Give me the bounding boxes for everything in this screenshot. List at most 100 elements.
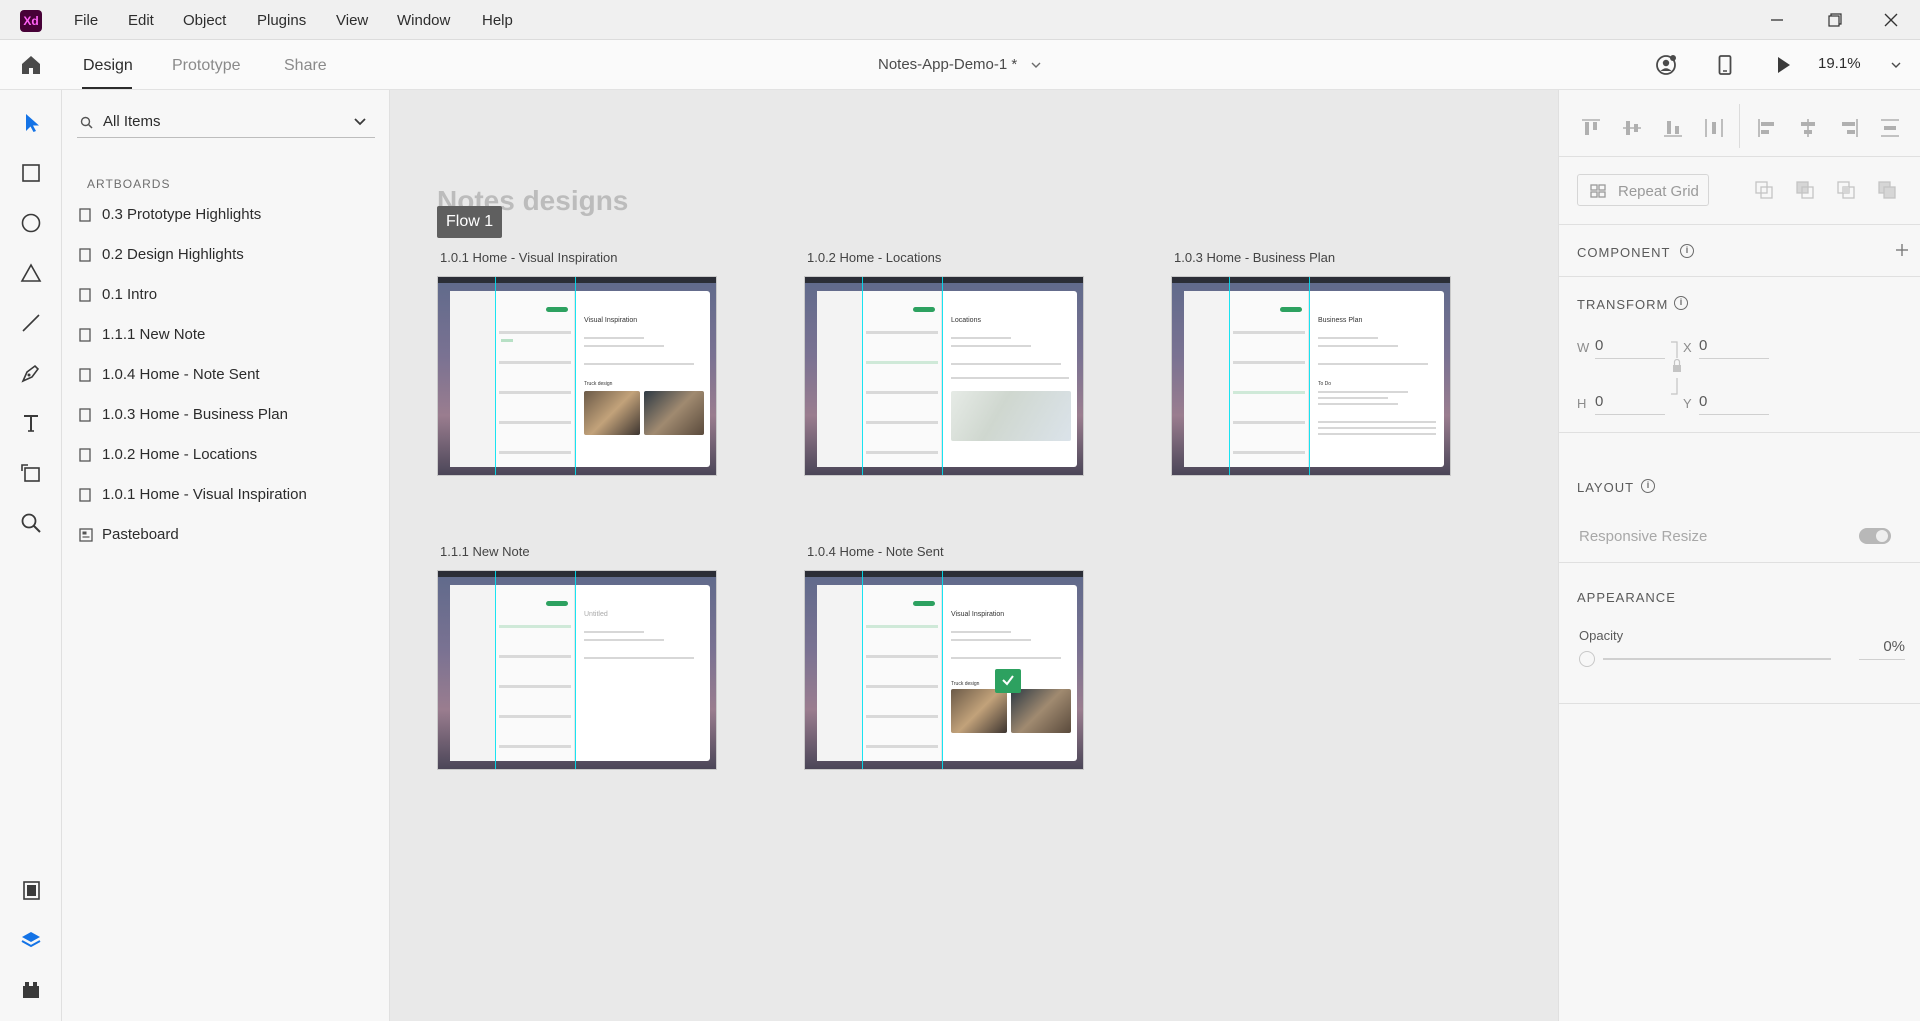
menu-window[interactable]: Window (397, 12, 450, 29)
boolean-subtract-icon[interactable] (1794, 179, 1816, 201)
line-icon[interactable] (18, 310, 44, 336)
tab-design[interactable]: Design (83, 57, 133, 75)
design-canvas[interactable]: Notes designs Flow 1 1.0.1 Home - Visual… (390, 90, 1558, 1021)
polygon-icon[interactable] (18, 260, 44, 286)
artboard-locations[interactable]: Locations (804, 276, 1084, 476)
menu-object[interactable]: Object (183, 12, 226, 29)
layer-item-pasteboard[interactable]: Pasteboard (76, 520, 376, 550)
new-note-button (913, 601, 935, 606)
opacity-field[interactable]: 0% (1859, 638, 1905, 660)
divider (1559, 156, 1920, 157)
menu-view[interactable]: View (336, 12, 368, 29)
app-sidebar (1184, 291, 1229, 467)
distribute-vertical-icon[interactable] (1878, 116, 1902, 140)
artboard-label[interactable]: 1.0.4 Home - Note Sent (807, 544, 944, 559)
layer-item[interactable]: 1.0.2 Home - Locations (76, 440, 376, 470)
menu-file[interactable]: File (74, 12, 98, 29)
info-icon[interactable]: i (1641, 479, 1655, 493)
zoom-icon[interactable] (18, 510, 44, 536)
document-title[interactable]: Notes-App-Demo-1 * (878, 56, 1017, 73)
layout-guide (862, 571, 863, 769)
note-row (499, 655, 571, 658)
height-field[interactable]: 0 (1595, 393, 1665, 415)
align-middle-icon[interactable] (1620, 116, 1644, 140)
zoom-dropdown-icon[interactable] (1890, 60, 1902, 70)
y-field[interactable]: 0 (1699, 393, 1769, 415)
device-preview-icon[interactable] (1713, 53, 1737, 77)
zoom-level[interactable]: 19.1% (1818, 55, 1861, 72)
layer-item[interactable]: 1.1.1 New Note (76, 320, 376, 350)
tab-prototype[interactable]: Prototype (172, 57, 240, 75)
artboard-business-plan[interactable]: Business Plan To Do (1171, 276, 1451, 476)
layer-item[interactable]: 1.0.1 Home - Visual Inspiration (76, 480, 376, 510)
width-field[interactable]: 0 (1595, 337, 1665, 359)
layer-item[interactable]: 0.1 Intro (76, 280, 376, 310)
artboard-new-note[interactable]: Untitled (437, 570, 717, 770)
x-field[interactable]: 0 (1699, 337, 1769, 359)
info-icon[interactable]: i (1674, 296, 1688, 310)
x-label: X (1683, 340, 1692, 355)
menu-plugins[interactable]: Plugins (257, 12, 306, 29)
menu-edit[interactable]: Edit (128, 12, 154, 29)
repeat-grid-button[interactable]: Repeat Grid (1577, 174, 1709, 206)
toolbar-line (951, 363, 1061, 365)
responsive-resize-toggle[interactable] (1859, 528, 1891, 544)
opacity-slider-track[interactable] (1603, 658, 1831, 660)
align-right-icon[interactable] (1837, 116, 1861, 140)
note-row (866, 655, 938, 658)
artboard-icon[interactable] (18, 460, 44, 486)
menu-help[interactable]: Help (482, 12, 513, 29)
artboard-layer-icon (79, 488, 91, 502)
toolbar-line (584, 657, 694, 659)
minimize-icon[interactable] (1762, 7, 1792, 33)
layers-icon[interactable] (18, 927, 44, 953)
layers-filter[interactable]: All Items (77, 106, 375, 138)
layer-label: 0.3 Prototype Highlights (102, 206, 262, 223)
app-window: Visual Inspiration Truck design (817, 585, 1077, 761)
boolean-exclude-icon[interactable] (1876, 179, 1898, 201)
width-label: W (1577, 340, 1590, 355)
flow-badge[interactable]: Flow 1 (437, 206, 503, 238)
note-title: Visual Inspiration (951, 611, 1005, 618)
align-top-icon[interactable] (1579, 116, 1603, 140)
close-icon[interactable] (1876, 7, 1906, 33)
home-icon[interactable] (19, 53, 43, 77)
layer-item[interactable]: 0.3 Prototype Highlights (76, 200, 376, 230)
boolean-intersect-icon[interactable] (1835, 179, 1857, 201)
text-icon[interactable] (18, 410, 44, 436)
assets-icon[interactable] (18, 877, 44, 903)
select-icon[interactable] (18, 110, 44, 136)
align-bottom-icon[interactable] (1661, 116, 1685, 140)
opacity-slider-handle[interactable] (1579, 651, 1595, 667)
artboard-visual-inspiration[interactable]: Visual Inspiration Truck design (437, 276, 717, 476)
new-note-button (913, 307, 935, 312)
artboard-label[interactable]: 1.0.1 Home - Visual Inspiration (440, 250, 618, 265)
lock-aspect-icon[interactable] (1669, 340, 1683, 396)
layer-item[interactable]: 0.2 Design Highlights (76, 240, 376, 270)
artboard-label[interactable]: 1.0.2 Home - Locations (807, 250, 941, 265)
distribute-horizontal-icon[interactable] (1702, 116, 1726, 140)
plugins-icon[interactable] (18, 977, 44, 1003)
artboard-label[interactable]: 1.1.1 New Note (440, 544, 530, 559)
layer-item[interactable]: 1.0.3 Home - Business Plan (76, 400, 376, 430)
note-row (866, 391, 938, 394)
play-preview-icon[interactable] (1771, 53, 1795, 77)
coediting-user-icon[interactable] (1654, 53, 1678, 77)
chevron-down-icon[interactable] (353, 117, 367, 127)
pen-icon[interactable] (18, 360, 44, 386)
info-icon[interactable]: i (1680, 244, 1694, 258)
align-center-icon[interactable] (1796, 116, 1820, 140)
chevron-down-icon[interactable] (1030, 60, 1042, 70)
add-component-icon[interactable] (1894, 242, 1910, 258)
ellipse-icon[interactable] (18, 210, 44, 236)
repeat-grid-label: Repeat Grid (1618, 183, 1699, 200)
tab-share[interactable]: Share (284, 57, 327, 75)
artboard-label[interactable]: 1.0.3 Home - Business Plan (1174, 250, 1335, 265)
rectangle-icon[interactable] (18, 160, 44, 186)
artboard-note-sent[interactable]: Visual Inspiration Truck design (804, 570, 1084, 770)
restore-icon[interactable] (1819, 7, 1849, 33)
align-left-icon[interactable] (1755, 116, 1779, 140)
boolean-add-icon[interactable] (1753, 179, 1775, 201)
toggle-knob (1876, 530, 1888, 542)
layer-item[interactable]: 1.0.4 Home - Note Sent (76, 360, 376, 390)
